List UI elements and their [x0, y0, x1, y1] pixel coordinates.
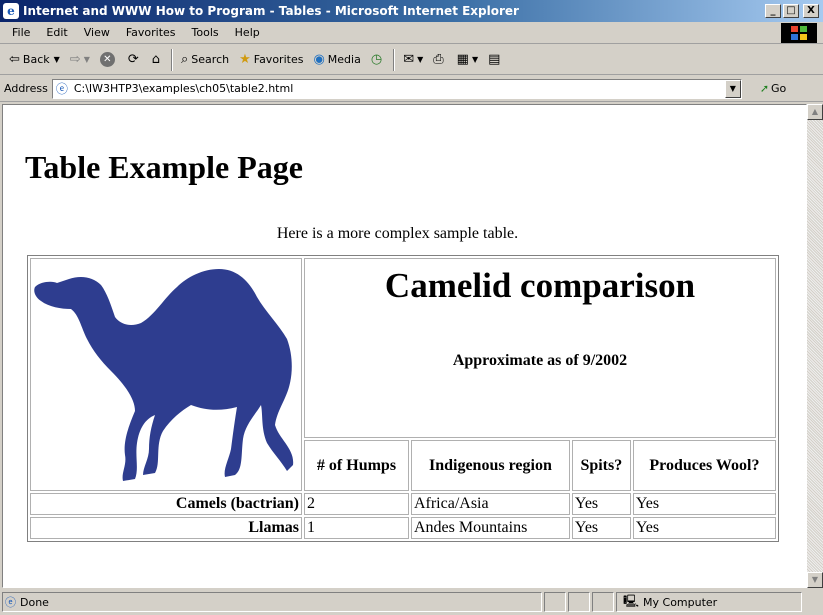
- table-cell: Yes: [571, 493, 631, 515]
- status-pane: [568, 592, 590, 612]
- address-dropdown-button[interactable]: ▼: [724, 79, 741, 98]
- toolbar-separator: [393, 48, 396, 71]
- home-icon: ⌂: [151, 52, 161, 67]
- menu-help[interactable]: Help: [227, 26, 268, 39]
- chevron-down-icon: ▼: [471, 55, 479, 64]
- intro-text: Here is a more complex sample table.: [276, 225, 519, 242]
- home-button[interactable]: ⌂: [147, 48, 168, 72]
- camel-silhouette: [34, 269, 294, 481]
- chevron-down-icon: ▼: [417, 55, 424, 64]
- table-row: Llamas 1 Andes Mountains Yes Yes: [30, 517, 776, 539]
- media-button[interactable]: ◉ Media: [308, 48, 365, 72]
- page-viewport: Table Example Page Here is a more comple…: [2, 104, 807, 588]
- status-pane: [544, 592, 566, 612]
- status-text: Done: [20, 595, 49, 609]
- menu-favorites[interactable]: Favorites: [118, 26, 184, 39]
- zone-text: My Computer: [643, 595, 718, 609]
- edit-button[interactable]: ▦ ▼: [452, 48, 483, 72]
- column-header: # of Humps: [304, 440, 409, 491]
- address-label: Address: [4, 82, 48, 95]
- search-button[interactable]: ⌕ Search: [176, 48, 234, 72]
- table-cell: Yes: [632, 517, 776, 539]
- page-done-icon: ⓔ: [5, 596, 16, 609]
- forward-arrow-icon: ⇨: [69, 52, 81, 67]
- table-subtitle: Approximate as of 9/2002: [452, 352, 628, 369]
- stop-icon: ✕: [99, 52, 115, 67]
- refresh-button[interactable]: ⟳: [123, 48, 147, 72]
- mail-icon: ✉: [403, 52, 415, 67]
- table-title: Camelid comparison: [384, 266, 696, 305]
- ie-logo-icon: e: [3, 3, 19, 19]
- address-bar: Address ⓔ C:\IW3HTP3\examples\ch05\table…: [0, 76, 823, 102]
- address-value: C:\IW3HTP3\examples\ch05\table2.html: [73, 82, 294, 95]
- history-icon: ◷: [370, 52, 383, 67]
- page-heading: Table Example Page: [25, 149, 303, 185]
- go-label: Go: [771, 82, 787, 95]
- vertical-scrollbar[interactable]: ▲ ▼: [807, 104, 823, 588]
- print-icon: ⎙: [433, 52, 444, 67]
- go-arrow-icon: ➚: [759, 82, 770, 95]
- discuss-button[interactable]: ▤: [483, 48, 508, 72]
- title-bar: e Internet and WWW How to Program - Tabl…: [0, 0, 823, 22]
- security-zone-pane: 🖳 My Computer: [616, 592, 802, 612]
- status-bar: ⓔ Done 🖳 My Computer: [0, 589, 823, 615]
- table-cell: Andes Mountains: [410, 517, 570, 539]
- table-cell: 1: [304, 517, 409, 539]
- table-cell: 2: [304, 493, 409, 515]
- forward-button[interactable]: ⇨ ▼: [65, 48, 95, 72]
- windows-logo-icon: [781, 23, 817, 43]
- camel-image: [34, 269, 294, 481]
- favorites-star-icon: ★: [239, 52, 251, 67]
- address-input[interactable]: ⓔ C:\IW3HTP3\examples\ch05\table2.html ▼: [51, 78, 742, 99]
- maximize-button[interactable]: □: [783, 4, 799, 18]
- toolbar: ⇦ Back ▼ ⇨ ▼ ✕ ⟳ ⌂ ⌕ Search ★ Favorites …: [0, 45, 823, 75]
- refresh-icon: ⟳: [127, 52, 139, 67]
- page-icon: ⓔ: [55, 81, 68, 96]
- toolbar-separator: [171, 48, 174, 71]
- history-button[interactable]: ◷: [366, 48, 390, 72]
- discuss-icon: ▤: [488, 52, 501, 67]
- chevron-down-icon: ▼: [53, 55, 60, 64]
- print-button[interactable]: ⎙: [428, 48, 451, 72]
- chevron-down-icon: ▼: [83, 55, 90, 64]
- back-label: Back: [22, 53, 50, 66]
- menu-bar: File Edit View Favorites Tools Help: [0, 22, 823, 44]
- column-header: Spits?: [571, 440, 631, 491]
- table-cell: Yes: [571, 517, 631, 539]
- search-label: Search: [191, 53, 230, 66]
- menu-tools[interactable]: Tools: [184, 26, 227, 39]
- column-header: Indigenous region: [410, 440, 570, 491]
- menu-file[interactable]: File: [4, 26, 38, 39]
- edit-page-icon: ▦: [456, 52, 469, 67]
- table-cell: Yes: [632, 493, 776, 515]
- favorites-button[interactable]: ★ Favorites: [234, 48, 308, 72]
- search-icon: ⌕: [181, 52, 189, 67]
- table-cell: Africa/Asia: [410, 493, 570, 515]
- back-arrow-icon: ⇦: [9, 52, 20, 67]
- camelid-table: Camelid comparison Approximate as of 9/2…: [27, 255, 779, 542]
- close-button[interactable]: X: [803, 4, 819, 18]
- menu-edit[interactable]: Edit: [38, 26, 75, 39]
- computer-icon: 🖳: [623, 593, 640, 608]
- row-header: Llamas: [30, 517, 302, 539]
- window-title: Internet and WWW How to Program - Tables…: [23, 4, 519, 18]
- back-button[interactable]: ⇦ Back ▼: [4, 48, 65, 72]
- status-text-pane: ⓔ Done: [2, 592, 542, 612]
- media-icon: ◉: [313, 52, 325, 67]
- mail-button[interactable]: ✉ ▼: [398, 48, 428, 72]
- minimize-button[interactable]: _: [765, 4, 781, 18]
- media-label: Media: [327, 53, 361, 66]
- row-header: Camels (bactrian): [30, 493, 302, 515]
- camel-image-cell: [30, 258, 302, 491]
- status-pane: [592, 592, 614, 612]
- stop-button[interactable]: ✕: [95, 48, 123, 72]
- menu-view[interactable]: View: [76, 26, 118, 39]
- table-caption-cell: Camelid comparison Approximate as of 9/2…: [304, 258, 776, 438]
- scroll-down-button[interactable]: ▼: [807, 572, 823, 588]
- scroll-up-button[interactable]: ▲: [807, 104, 823, 120]
- go-button[interactable]: ➚ Go: [760, 82, 786, 95]
- column-header: Produces Wool?: [632, 440, 776, 491]
- table-row: Camels (bactrian) 2 Africa/Asia Yes Yes: [30, 493, 776, 515]
- favorites-label: Favorites: [253, 53, 304, 66]
